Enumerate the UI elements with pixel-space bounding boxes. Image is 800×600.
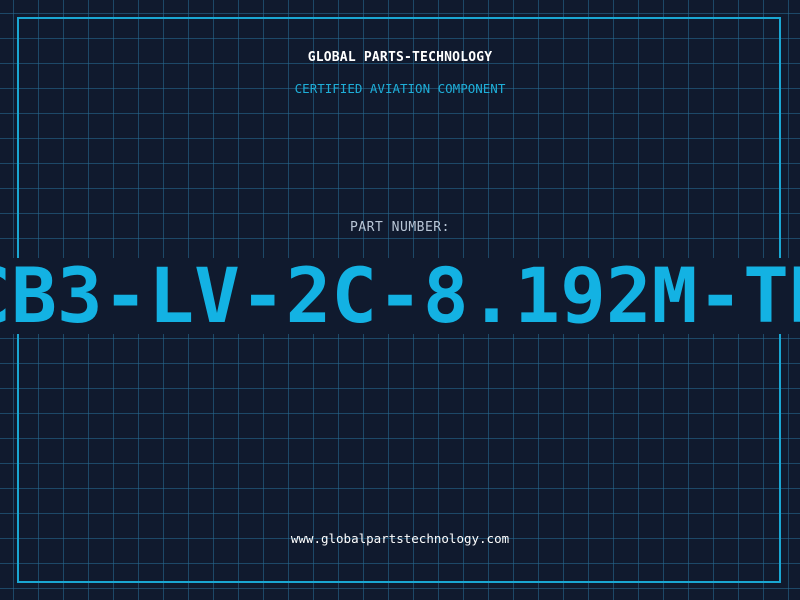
- certification-subtitle: CERTIFIED AVIATION COMPONENT: [294, 81, 506, 96]
- website-url: www.globalpartstechnology.com: [290, 531, 510, 546]
- part-number-value: CB3-LV-2C-8.192M-TR: [0, 258, 800, 334]
- part-number-band: CB3-LV-2C-8.192M-TR: [0, 258, 800, 334]
- part-number-label: PART NUMBER:: [350, 220, 450, 235]
- part-label-card: GLOBAL PARTS-TECHNOLOGY CERTIFIED AVIATI…: [0, 0, 800, 600]
- company-name: GLOBAL PARTS-TECHNOLOGY: [307, 50, 493, 65]
